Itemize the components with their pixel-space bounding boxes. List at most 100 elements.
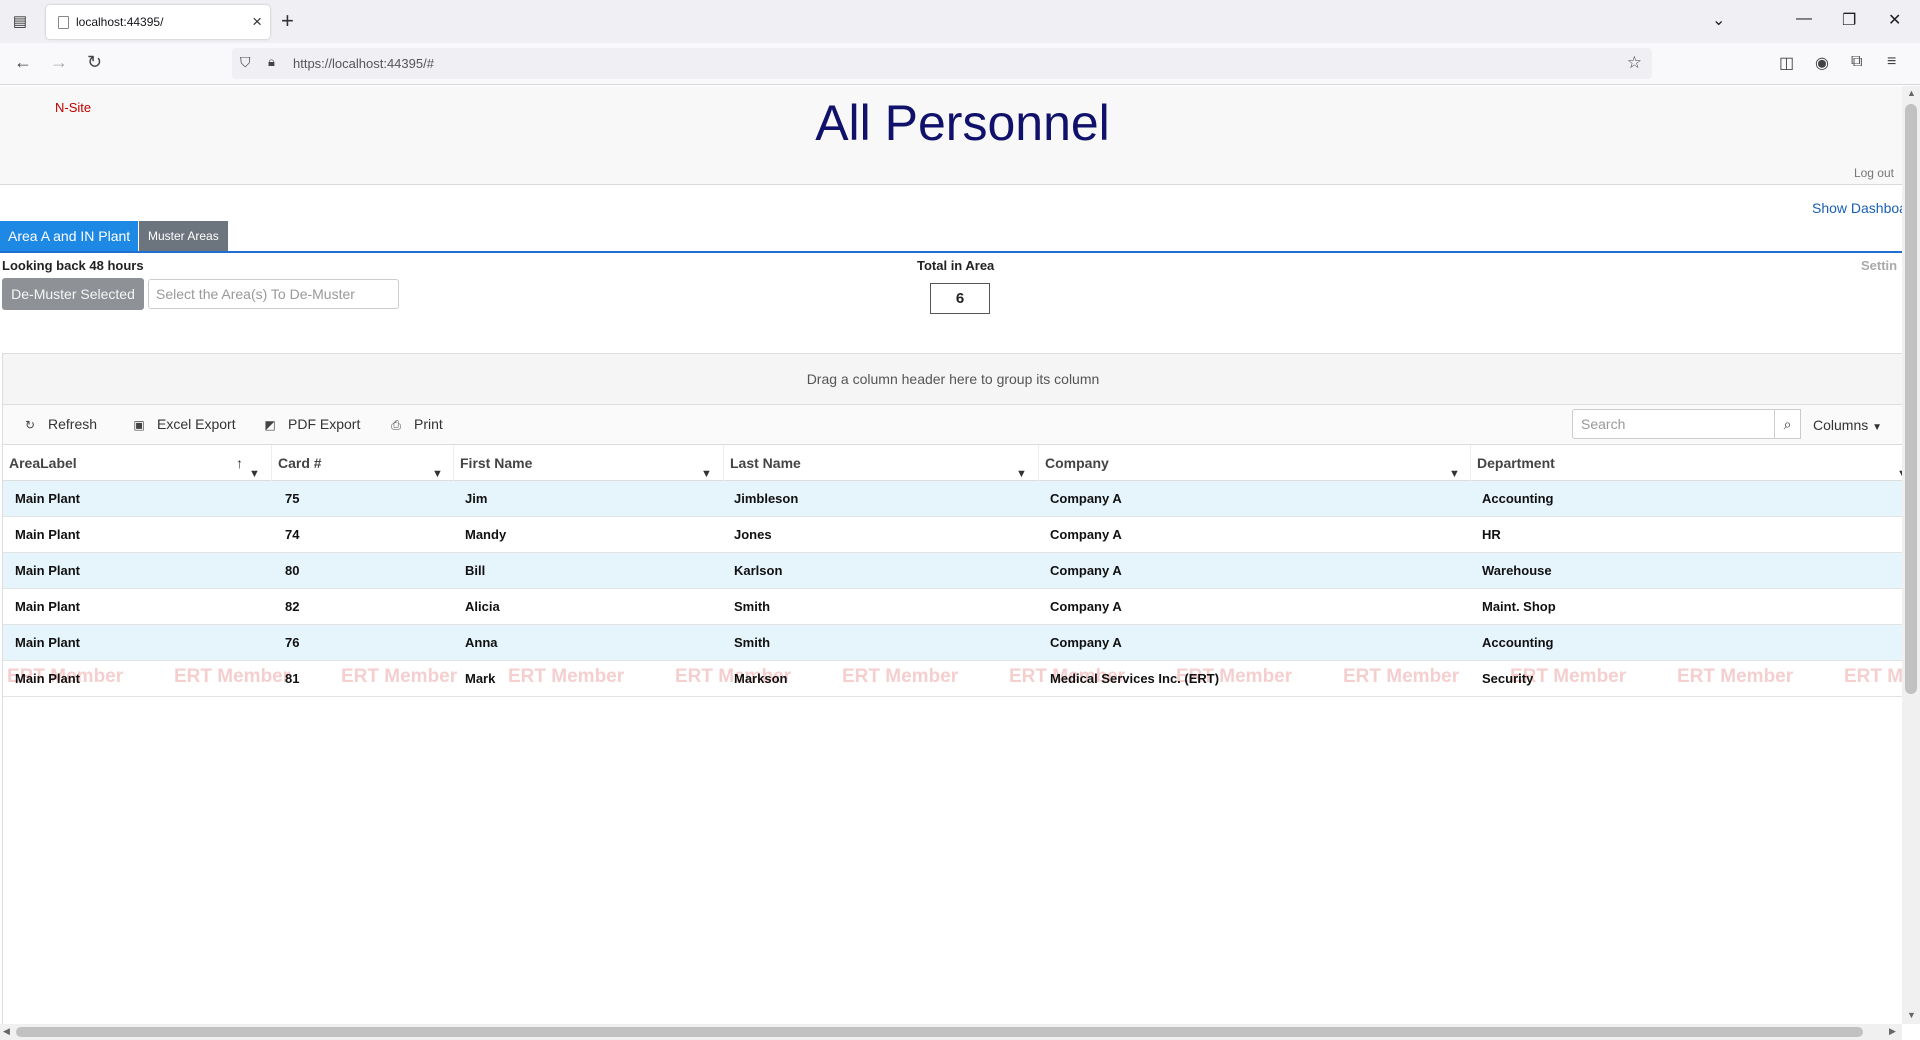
refresh-label: Refresh xyxy=(48,416,98,432)
sort-ascending-icon[interactable]: ↑ xyxy=(236,445,243,481)
page-header: N-Site All Personnel Log out xyxy=(0,86,1902,185)
table-cell: Company A xyxy=(1050,563,1122,578)
print-button[interactable]: ⎙ Print xyxy=(390,416,443,433)
print-label: Print xyxy=(414,416,443,432)
column-header-label: Department xyxy=(1477,455,1555,471)
table-cell: Company A xyxy=(1050,491,1122,506)
grid-search-input[interactable]: Search xyxy=(1572,409,1775,439)
search-icon[interactable]: ⌕ xyxy=(1775,409,1801,439)
excel-label: Excel Export xyxy=(157,416,236,432)
refresh-icon: ↻ xyxy=(24,418,36,432)
horizontal-scrollbar[interactable]: ◀ ▶ xyxy=(0,1024,1902,1040)
group-panel[interactable]: Drag a column header here to group its c… xyxy=(3,353,1902,405)
url-text[interactable]: https://localhost:44395/# xyxy=(293,56,434,71)
table-cell: Mark xyxy=(465,671,496,686)
account-icon[interactable]: ◉ xyxy=(1815,53,1829,73)
watermark-text: ERT Member xyxy=(842,666,959,687)
page-icon xyxy=(58,16,69,29)
total-in-area-label: Total in Area xyxy=(917,258,995,273)
new-tab-icon[interactable]: + xyxy=(281,8,294,34)
watermark-text: ERT Member xyxy=(508,666,625,687)
table-cell: 74 xyxy=(285,527,300,542)
scroll-left-icon[interactable]: ◀ xyxy=(3,1026,10,1037)
restore-icon[interactable]: ❐ xyxy=(1842,10,1856,30)
column-header-department[interactable]: Department ▼ xyxy=(1471,445,1902,481)
chevron-down-icon[interactable]: ⌄ xyxy=(1712,10,1725,30)
bookmark-star-icon[interactable]: ☆ xyxy=(1627,53,1642,73)
shield-icon[interactable]: ⛉ xyxy=(240,54,251,71)
vertical-scroll-thumb[interactable] xyxy=(1905,104,1917,694)
horizontal-scroll-thumb[interactable] xyxy=(16,1027,1863,1037)
column-header-label: First Name xyxy=(460,455,533,471)
address-bar[interactable]: ⛉ 🔒︎ https://localhost:44395/# ☆ xyxy=(232,48,1652,79)
columns-button[interactable]: Columns ▼ xyxy=(1813,417,1882,433)
table-row[interactable]: Main Plant 75 Jim Jimbleson Company A Account… xyxy=(3,481,1902,517)
table-row[interactable]: Main Plant 82 Alicia Smith Company A Maint. S… xyxy=(3,589,1902,625)
excel-export-button[interactable]: ▣ Excel Export xyxy=(133,416,236,432)
print-icon: ⎙ xyxy=(391,418,401,432)
table-cell: Jim xyxy=(465,491,488,506)
extensions-icon[interactable]: ⧉ xyxy=(1851,53,1862,71)
reload-icon[interactable]: ↻ xyxy=(87,52,102,73)
refresh-button[interactable]: ↻ Refresh xyxy=(24,416,97,432)
table-cell: Smith xyxy=(734,599,771,614)
table-cell: 82 xyxy=(285,599,300,614)
column-header-first-name[interactable]: First Name ▼ xyxy=(454,445,724,481)
table-row[interactable]: Main Plant 74 Mandy Jones Company A HR xyxy=(3,517,1902,553)
table-cell: Jones xyxy=(734,527,772,542)
page-title: All Personnel xyxy=(815,95,1110,151)
pocket-icon[interactable]: ◫ xyxy=(1779,53,1794,73)
table-cell: Markson xyxy=(734,671,788,686)
pdf-label: PDF Export xyxy=(288,416,361,432)
tabs-divider xyxy=(0,251,1902,253)
watermark-text: ERT Member xyxy=(1844,666,1902,687)
column-header-last-name[interactable]: Last Name ▼ xyxy=(724,445,1039,481)
scroll-right-icon[interactable]: ▶ xyxy=(1889,1026,1896,1037)
back-icon[interactable]: ← xyxy=(14,52,32,73)
grid-header-row: AreaLabel ↑ ▼ Card # ▼ First Name ▼ Last… xyxy=(3,445,1902,481)
page: N-Site All Personnel Log out Show Dashbo… xyxy=(0,86,1902,1024)
watermark-text: ERT Member xyxy=(341,666,458,687)
personnel-grid: Drag a column header here to group its c… xyxy=(2,353,1902,1024)
demuster-area-select[interactable]: Select the Area(s) To De-Muster xyxy=(148,279,399,309)
column-header-company[interactable]: Company ▼ xyxy=(1039,445,1471,481)
table-cell: Accounting xyxy=(1482,635,1554,650)
table-cell: Maint. Shop xyxy=(1482,599,1556,614)
table-cell: Company A xyxy=(1050,527,1122,542)
table-cell: Bill xyxy=(465,563,486,578)
demuster-button[interactable]: De-Muster Selected xyxy=(2,278,144,310)
menu-icon[interactable]: ≡ xyxy=(1887,53,1896,71)
table-row[interactable]: Main Plant 80 Bill Karlson Company A Warehous… xyxy=(3,553,1902,589)
table-cell: HR xyxy=(1482,527,1501,542)
forward-icon[interactable]: → xyxy=(50,52,68,73)
column-header-card[interactable]: Card # ▼ xyxy=(272,445,454,481)
show-dashboard-link[interactable]: Show Dashboa xyxy=(1812,200,1902,216)
scroll-up-icon[interactable]: ▲ xyxy=(1907,88,1916,98)
browser-tab[interactable]: localhost:44395/ × xyxy=(46,5,270,39)
table-row[interactable]: ERT Member ERT Member ERT Member ERT Member… xyxy=(3,661,1902,697)
pdf-export-button[interactable]: ◩ PDF Export xyxy=(264,416,360,432)
tab-area-a-in-plant[interactable]: Area A and IN Plant xyxy=(0,221,139,251)
table-cell: Main Plant xyxy=(15,491,81,506)
tab-list-icon[interactable]: ▤ xyxy=(10,12,30,32)
tab-muster-areas[interactable]: Muster Areas xyxy=(139,221,228,251)
scroll-down-icon[interactable]: ▼ xyxy=(1907,1010,1916,1020)
column-header-label: Last Name xyxy=(730,455,801,471)
table-row[interactable]: Main Plant 76 Anna Smith Company A Accounting xyxy=(3,625,1902,661)
table-cell: Medical Services Inc. (ERT) xyxy=(1050,671,1220,686)
column-header-arealabel[interactable]: AreaLabel ↑ ▼ xyxy=(3,445,272,481)
watermark-text: ERT Member xyxy=(1343,666,1460,687)
watermark-text: ERT Member xyxy=(174,666,291,687)
settings-link[interactable]: Settin xyxy=(1861,258,1897,273)
table-cell: Main Plant xyxy=(15,635,81,650)
close-window-icon[interactable]: ✕ xyxy=(1888,10,1901,30)
table-cell: Warehouse xyxy=(1482,563,1552,578)
minimize-icon[interactable]: — xyxy=(1796,10,1812,28)
logout-link[interactable]: Log out xyxy=(1854,166,1894,180)
total-in-area-value: 6 xyxy=(930,283,990,314)
close-tab-icon[interactable]: × xyxy=(252,12,262,32)
table-cell: 76 xyxy=(285,635,300,650)
table-cell: 80 xyxy=(285,563,300,578)
lock-icon[interactable]: 🔒︎ xyxy=(268,54,275,70)
vertical-scrollbar[interactable]: ▲ ▼ xyxy=(1902,86,1920,1024)
